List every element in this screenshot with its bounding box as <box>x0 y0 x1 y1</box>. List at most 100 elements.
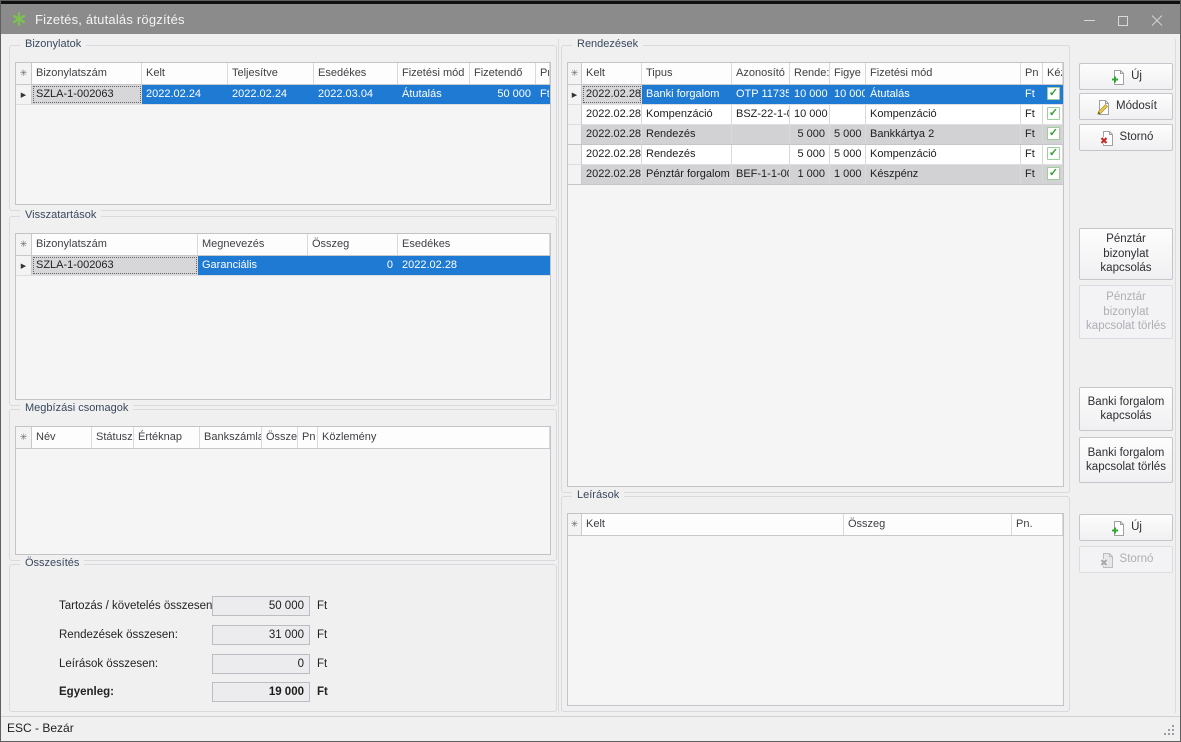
group-rendezesek: Rendezések ✳ Kelt Tipus Azonosító Rende:… <box>561 45 1070 493</box>
cell-figyelembe <box>830 105 866 124</box>
cell-fizetendo: 50 000 <box>470 85 536 104</box>
table-row[interactable]: 2022.02.28 Pénztár forgalom BEF-1-1-00 1… <box>568 165 1063 185</box>
summary-value-field[interactable]: 31 000 <box>212 625 310 645</box>
panel-divider-right <box>1175 39 1176 713</box>
new-doc-icon <box>1110 69 1126 85</box>
storno-button[interactable]: Stornó <box>1079 124 1173 151</box>
summary-row: Leírások összesen: 0 Ft <box>10 654 556 674</box>
table-row[interactable]: 2022.02.28 Kompenzáció BSZ-22-1-00 10 00… <box>568 105 1063 125</box>
cell-pn: Ft <box>1021 125 1043 144</box>
cell-rendezett: 5 000 <box>790 125 830 144</box>
bizonylatok-grid: ✳ Bizonylatszám Kelt Teljesítve Esedékes… <box>15 62 551 205</box>
cell-pn: Ft <box>1021 165 1043 184</box>
summary-value-field[interactable]: 19 000 <box>212 682 310 702</box>
table-row-selected[interactable]: ▶ SZLA-1-002063 Garanciális 0 2022.02.28 <box>16 256 550 276</box>
cell-azonosito: BEF-1-1-00 <box>732 165 790 184</box>
col-header-osszeg[interactable]: Összeg <box>844 514 1012 535</box>
col-header-kozlemeny[interactable]: Közlemény <box>318 427 550 448</box>
group-title: Bizonylatok <box>20 38 86 50</box>
cell-figyelembe: 10 000 <box>830 85 866 104</box>
cell-kezi: ✓ <box>1043 105 1063 124</box>
col-header-kelt[interactable]: Kelt <box>582 63 642 84</box>
checkbox-checked[interactable]: ✓ <box>1047 107 1060 120</box>
cell-azonosito <box>732 145 790 164</box>
col-header-osszeg[interactable]: Összeg <box>308 234 398 255</box>
leirasok-header-row: ✳ Kelt Összeg Pn. <box>568 514 1063 536</box>
col-header-kezi[interactable]: Kézi <box>1043 63 1063 84</box>
banki-forgalom-kapcsolas-button[interactable]: Banki forgalom kapcsolás <box>1079 387 1173 431</box>
group-visszatartasok: Visszatartások ✳ Bizonylatszám Megnevezé… <box>9 216 557 406</box>
group-title: Leírások <box>572 489 624 501</box>
cell-esedekes: 2022.03.04 <box>314 85 398 104</box>
table-row-selected[interactable]: ▶ 2022.02.28 Banki forgalom OTP 117350 1… <box>568 85 1063 105</box>
megbizasi-grid: ✳ Név Státusz Értéknap Bankszámla Össze … <box>15 426 551 555</box>
col-header-azonosito[interactable]: Azonosító <box>732 63 790 84</box>
col-header-figyelembe[interactable]: Figye <box>830 63 866 84</box>
penztar-bizonylat-kapcsolas-button[interactable]: Pénztár bizonylat kapcsolás <box>1079 228 1173 280</box>
close-button[interactable] <box>1140 6 1174 36</box>
col-header-pn[interactable]: Pn <box>298 427 318 448</box>
cell-tipus: Rendezés <box>642 145 732 164</box>
col-header-esedekes[interactable]: Esedékes <box>314 63 398 84</box>
col-header-bizonylatszam[interactable]: Bizonylatszám <box>32 63 142 84</box>
modosit-button[interactable]: Módosít <box>1079 93 1173 120</box>
table-row-selected[interactable]: ▶ SZLA-1-002063 2022.02.24 2022.02.24 20… <box>16 85 550 105</box>
cell-fizetesi-mod: Bankkártya 2 <box>866 125 1021 144</box>
cell-kezi: ✓ <box>1043 165 1063 184</box>
cell-fizetesi-mod: Kompenzáció <box>866 105 1021 124</box>
maximize-button[interactable] <box>1106 6 1140 36</box>
leiras-storno-button[interactable]: Stornó <box>1079 546 1173 573</box>
resize-grip-icon[interactable] <box>1164 725 1176 737</box>
titlebar: Fizetés, átutalás rögzítés <box>1 1 1180 34</box>
col-header-pn[interactable]: Pn. <box>1012 514 1063 535</box>
cell-kelt: 2022.02.28 <box>582 165 642 184</box>
currency-label: Ft <box>317 596 327 616</box>
statusbar: ESC - Bezár <box>1 716 1180 741</box>
col-header-fizetendo[interactable]: Fizetendő <box>470 63 536 84</box>
cell-fizetesi-mod: Kompenzáció <box>866 145 1021 164</box>
table-row[interactable]: 2022.02.28 Rendezés 5 000 5 000 Bankkárt… <box>568 125 1063 145</box>
row-indicator <box>568 105 582 124</box>
col-header-kelt[interactable]: Kelt <box>142 63 228 84</box>
col-header-esedekes[interactable]: Esedékes <box>398 234 550 255</box>
col-header-osszeg[interactable]: Össze <box>262 427 298 448</box>
col-header-teljesitve[interactable]: Teljesítve <box>228 63 314 84</box>
new-doc-icon <box>1110 520 1126 536</box>
col-header-erteknap[interactable]: Értéknap <box>134 427 200 448</box>
cell-megnevezes: Garanciális <box>198 256 308 275</box>
col-header-bizonylatszam[interactable]: Bizonylatszám <box>32 234 198 255</box>
col-header-kelt[interactable]: Kelt <box>582 514 844 535</box>
cell-bizonylatszam: SZLA-1-002063 <box>32 256 198 275</box>
row-indicator <box>568 165 582 184</box>
currency-label: Ft <box>317 682 328 702</box>
col-header-tipus[interactable]: Tipus <box>642 63 732 84</box>
checkbox-checked[interactable]: ✓ <box>1047 127 1060 140</box>
summary-row-balance: Egyenleg: 19 000 Ft <box>10 682 556 702</box>
col-header-megnevezes[interactable]: Megnevezés <box>198 234 308 255</box>
cell-figyelembe: 1 000 <box>830 165 866 184</box>
checkbox-checked[interactable]: ✓ <box>1047 87 1060 100</box>
grid-corner-icon: ✳ <box>568 514 582 535</box>
col-header-fizetesi-mod[interactable]: Fizetési mód <box>398 63 470 84</box>
leiras-uj-button[interactable]: Új <box>1079 514 1173 541</box>
summary-value-field[interactable]: 0 <box>212 654 310 674</box>
cell-fizetesi-mod: Átutalás <box>398 85 470 104</box>
col-header-bankszamla[interactable]: Bankszámla <box>200 427 262 448</box>
button-label: Pénztár bizonylat kapcsolás <box>1083 232 1169 275</box>
col-header-fizetesi-mod[interactable]: Fizetési mód <box>866 63 1021 84</box>
cell-azonosito: BSZ-22-1-00 <box>732 105 790 124</box>
checkbox-checked[interactable]: ✓ <box>1047 147 1060 160</box>
col-header-pn[interactable]: Pn <box>536 63 550 84</box>
col-header-pn[interactable]: Pn <box>1021 63 1043 84</box>
minimize-button[interactable] <box>1072 6 1106 36</box>
col-header-statusz[interactable]: Státusz <box>92 427 134 448</box>
col-header-rendezett[interactable]: Rende: <box>790 63 830 84</box>
penztar-bizonylat-kapcsolat-torles-button[interactable]: Pénztár bizonylat kapcsolat törlés <box>1079 285 1173 339</box>
col-header-nev[interactable]: Név <box>32 427 92 448</box>
checkbox-checked[interactable]: ✓ <box>1047 167 1060 180</box>
button-label: Stornó <box>1120 130 1154 144</box>
uj-button[interactable]: Új <box>1079 63 1173 90</box>
summary-value-field[interactable]: 50 000 <box>212 596 310 616</box>
table-row[interactable]: 2022.02.28 Rendezés 5 000 5 000 Kompenzá… <box>568 145 1063 165</box>
banki-forgalom-kapcsolat-torles-button[interactable]: Banki forgalom kapcsolat törlés <box>1079 437 1173 483</box>
